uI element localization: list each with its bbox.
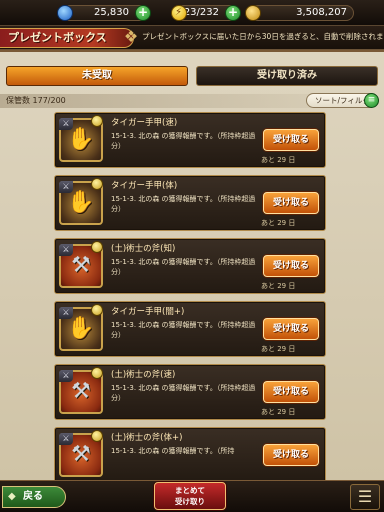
receive-button[interactable]: 受け取る: [263, 255, 319, 277]
info-badge-icon: [91, 241, 103, 253]
stamina-counter: 223/232 +: [171, 5, 241, 21]
gold-amount: 3,508,207: [296, 7, 347, 18]
days-remaining: あと 29 日: [261, 282, 296, 290]
item-name: タイガー手甲(体): [111, 181, 178, 191]
item-name: (土)術士の斧(知): [111, 244, 176, 254]
expiry-notice: プレゼントボックスに届いた日から30日を過ぎると、自動で削除されます。: [142, 32, 384, 41]
item-name: タイガー手甲(速): [111, 118, 178, 128]
info-badge-icon: [91, 430, 103, 442]
receive-all-label-line2: 受け取り: [175, 497, 205, 506]
info-badge-icon: [91, 178, 103, 190]
storage-count: 保管数 177/200: [6, 96, 66, 105]
status-bar: 25,830 + 223/232 + 3,508,207: [0, 0, 384, 26]
weapon-type-icon: ⚔: [59, 244, 73, 256]
item-description: 15-1-3. 北の森 の獲得報酬です。（所持枠超過分）: [111, 321, 256, 339]
gem-icon: [57, 5, 73, 21]
sort-filter-button[interactable]: ソート/フィルタ ≡: [306, 93, 379, 108]
weapon-type-icon: ⚔: [59, 181, 73, 193]
item-description: 15-1-3. 北の森 の獲得報酬です。（所持枠超過分）: [111, 258, 256, 276]
receive-button[interactable]: 受け取る: [263, 129, 319, 151]
receive-button[interactable]: 受け取る: [263, 192, 319, 214]
storage-row: 保管数 177/200 ソート/フィルタ ≡: [0, 92, 384, 108]
add-stamina-button[interactable]: +: [225, 5, 241, 21]
weapon-type-icon: ⚔: [59, 433, 73, 445]
receive-all-button[interactable]: まとめて 受け取り: [154, 482, 226, 510]
receive-button[interactable]: 受け取る: [263, 318, 319, 340]
info-badge-icon: [91, 367, 103, 379]
back-arrow-icon: ◆: [8, 491, 16, 502]
days-remaining: あと 29 日: [261, 408, 296, 416]
item-description: 15-1-3. 北の森 の獲得報酬です。（所持枠超過分）: [111, 384, 256, 402]
sort-filter-label: ソート/フィルタ: [315, 96, 370, 105]
gold-coin-icon: [245, 5, 261, 21]
receive-all-label-line1: まとめて: [175, 486, 205, 495]
list-icon: ≡: [364, 93, 379, 108]
item-description: 15-1-3. 北の森 の獲得報酬です。（所持: [111, 447, 235, 455]
item-name: (土)術士の斧(体+): [111, 433, 183, 443]
list-item: ✋ ⚔ タイガー手甲(闇+) 15-1-3. 北の森 の獲得報酬です。（所持枠超…: [54, 301, 326, 357]
weapon-type-icon: ⚔: [59, 307, 73, 319]
present-list[interactable]: ✋ ⚔ タイガー手甲(速) 15-1-3. 北の森 の獲得報酬です。（所持枠超過…: [54, 112, 326, 482]
gem-amount: 25,830: [94, 7, 129, 18]
receive-button[interactable]: 受け取る: [263, 381, 319, 403]
present-box-panel: 未受取 受け取り済み 保管数 177/200 ソート/フィルタ ≡ ✋ ⚔ タイ…: [0, 50, 384, 482]
days-remaining: あと 29 日: [261, 345, 296, 353]
days-remaining: あと 29 日: [261, 156, 296, 164]
list-item: ⚒ ⚔ (土)術士の斧(速) 15-1-3. 北の森 の獲得報酬です。（所持枠超…: [54, 364, 326, 420]
ornament-icon: ❖: [123, 27, 139, 46]
add-gems-button[interactable]: +: [135, 5, 151, 21]
title-bar: プレゼントボックス ❖ プレゼントボックスに届いた日から30日を過ぎると、自動で…: [0, 26, 384, 50]
menu-button[interactable]: ☰: [350, 484, 380, 510]
page-title: プレゼントボックス: [0, 28, 134, 48]
tab-received[interactable]: 受け取り済み: [196, 66, 378, 86]
receive-button[interactable]: 受け取る: [263, 444, 319, 466]
list-item: ✋ ⚔ タイガー手甲(速) 15-1-3. 北の森 の獲得報酬です。（所持枠超過…: [54, 112, 326, 168]
back-label: 戻る: [23, 491, 43, 502]
tab-unreceived[interactable]: 未受取: [6, 66, 188, 86]
weapon-type-icon: ⚔: [59, 118, 73, 130]
item-description: 15-1-3. 北の森 の獲得報酬です。（所持枠超過分）: [111, 132, 256, 150]
list-item: ⚒ ⚔ (土)術士の斧(知) 15-1-3. 北の森 の獲得報酬です。（所持枠超…: [54, 238, 326, 294]
list-item: ⚒ ⚔ (土)術士の斧(体+) 15-1-3. 北の森 の獲得報酬です。（所持 …: [54, 427, 326, 482]
days-remaining: あと 29 日: [261, 219, 296, 227]
info-badge-icon: [91, 115, 103, 127]
item-description: 15-1-3. 北の森 の獲得報酬です。（所持枠超過分）: [111, 195, 256, 213]
info-badge-icon: [91, 304, 103, 316]
list-item: ✋ ⚔ タイガー手甲(体) 15-1-3. 北の森 の獲得報酬です。（所持枠超過…: [54, 175, 326, 231]
gem-counter: 25,830 +: [57, 5, 151, 21]
bottom-bar: ◆ 戻る まとめて 受け取り ☰: [0, 480, 384, 512]
weapon-type-icon: ⚔: [59, 370, 73, 382]
stamina-icon: [171, 5, 187, 21]
back-button[interactable]: ◆ 戻る: [2, 486, 66, 508]
item-name: タイガー手甲(闇+): [111, 307, 185, 317]
item-name: (土)術士の斧(速): [111, 370, 176, 380]
gold-counter: 3,508,207: [245, 5, 354, 21]
